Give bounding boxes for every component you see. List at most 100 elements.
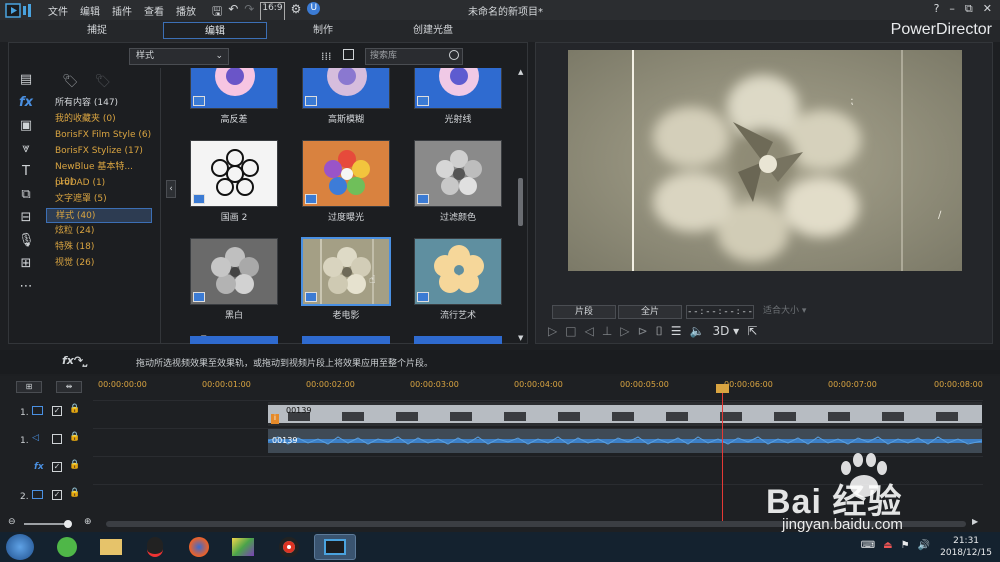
effect-thumbnail[interactable] [190, 238, 278, 305]
effect-thumbnail[interactable] [414, 68, 502, 109]
zoom-slider-handle[interactable] [64, 520, 72, 528]
title-room-icon[interactable]: T [18, 164, 34, 180]
fit-timeline-button[interactable]: ⇹ [56, 381, 82, 393]
subtitle-icon[interactable]: ☰ [671, 324, 682, 339]
menu-playback[interactable]: 播放 [176, 3, 196, 18]
tab-create-disc[interactable]: 创建光盘 [398, 22, 468, 39]
effect-thumbnail[interactable] [302, 68, 390, 109]
menu-edit[interactable]: 编辑 [80, 3, 100, 18]
taskbar-qq-icon[interactable] [134, 534, 176, 560]
help-button[interactable]: ? [934, 2, 940, 16]
taskbar-app-360-icon[interactable] [46, 534, 88, 560]
zoom-slider[interactable] [24, 523, 68, 525]
scroll-down-icon[interactable]: ▼ [518, 334, 523, 342]
effect-thumbnail[interactable] [414, 238, 502, 305]
volume-icon[interactable]: 🔈 [690, 324, 705, 339]
transition-room-icon[interactable]: ⧉ [18, 187, 34, 203]
lock-icon[interactable]: 🔒 [69, 460, 80, 470]
category-item[interactable]: 所有内容 (147) [46, 96, 152, 111]
taskbar-powerdirector-icon[interactable] [314, 534, 356, 560]
clip-mode-button[interactable]: 片段 [552, 305, 616, 319]
taskbar-media-icon[interactable] [222, 534, 264, 560]
timecode-display[interactable]: - - : - - : - - : - - [686, 305, 754, 319]
playhead-handle[interactable] [716, 384, 729, 393]
restore-button[interactable]: ⧉ [965, 2, 973, 16]
menu-file[interactable]: 文件 [48, 3, 68, 18]
effect-thumbnail[interactable] [302, 336, 390, 344]
movie-mode-button[interactable]: 全片 [618, 305, 682, 319]
effect-thumbnail-selected[interactable]: ☝ [302, 238, 390, 305]
lock-icon[interactable]: 🔒 [69, 404, 80, 414]
effect-thumbnail[interactable] [302, 140, 390, 207]
3d-mode-toggle[interactable]: 3D ▾ [712, 324, 739, 339]
play-icon[interactable]: ▷ [548, 324, 557, 339]
windows-start-icon[interactable] [6, 534, 34, 560]
search-icon[interactable] [449, 50, 459, 60]
chapter-room-icon[interactable]: ⊞ [18, 256, 34, 272]
category-item[interactable]: 我的收藏夹 (0) [46, 112, 152, 127]
menu-view[interactable]: 查看 [144, 3, 164, 18]
tab-edit[interactable]: 编辑 [163, 22, 267, 39]
taskbar-recorder-icon[interactable] [268, 534, 310, 560]
tab-capture[interactable]: 捕捉 [62, 22, 132, 39]
video-clip[interactable]: 00139 i [268, 402, 982, 426]
zoom-out-icon[interactable]: ⊖ [8, 517, 16, 527]
category-item-selected[interactable]: 样式 (40) [46, 208, 152, 223]
track-enable-checkbox[interactable] [52, 434, 62, 444]
search-input[interactable]: 搜索库 [365, 48, 463, 65]
previous-frame-icon[interactable]: ◁ [585, 324, 594, 339]
add-favorite-icon[interactable]: 🏷 [62, 74, 79, 89]
track-enable-checkbox[interactable]: ✓ [52, 490, 62, 500]
category-item[interactable]: BorisFX Film Style (6) [46, 128, 152, 143]
audio-mixer-icon[interactable]: ⊟ [18, 210, 34, 226]
preview-video-frame[interactable]: ⁏ ∕ [568, 50, 962, 271]
taskbar-firefox-icon[interactable] [178, 534, 220, 560]
effect-thumbnail[interactable] [414, 140, 502, 207]
category-item[interactable]: proDAD (1) [46, 176, 152, 191]
category-item[interactable]: BorisFX Stylize (17) [46, 144, 152, 159]
zoom-select[interactable]: 适合大小 ▾ [760, 305, 820, 319]
update-badge-icon[interactable]: U [307, 2, 321, 15]
pip-room-icon[interactable]: ▣ [18, 118, 34, 134]
track-enable-checkbox[interactable]: ✓ [52, 406, 62, 416]
category-item[interactable]: 文字遮罩 (5) [46, 192, 152, 207]
track-enable-checkbox[interactable]: ✓ [52, 462, 62, 472]
fx-room-icon[interactable]: fx [18, 95, 34, 111]
time-ruler[interactable]: 00:00:00:00 00:00:01:00 00:00:02:00 00:0… [98, 378, 984, 394]
category-item[interactable]: 视觉 (26) [46, 256, 152, 271]
particle-room-icon[interactable]: ⩔ [18, 141, 34, 157]
lock-icon[interactable]: 🔒 [69, 488, 80, 498]
category-item[interactable]: 炫粒 (24) [46, 224, 152, 239]
expand-icon[interactable] [343, 49, 354, 60]
scroll-up-icon[interactable]: ▲ [518, 68, 523, 76]
category-item[interactable]: NewBlue 基本特... (10) [46, 160, 152, 187]
voiceover-mic-icon[interactable]: 🎙 [18, 233, 35, 249]
effect-thumbnail[interactable] [190, 140, 278, 207]
storyboard-view-button[interactable]: ⊞ [16, 381, 42, 393]
zoom-in-icon[interactable]: ⊕ [84, 517, 92, 527]
undock-icon[interactable]: ⇱ [747, 324, 757, 339]
playhead[interactable] [716, 384, 729, 524]
media-room-icon[interactable]: ▤ [18, 72, 34, 88]
tab-produce[interactable]: 制作 [288, 22, 358, 39]
library-scrollbar[interactable]: ▲ ▼ [517, 68, 525, 344]
effect-thumbnail[interactable] [190, 336, 278, 344]
remove-favorite-icon[interactable]: 🏷 [95, 74, 112, 89]
lock-icon[interactable]: 🔒 [69, 432, 80, 442]
taskbar-explorer-icon[interactable] [90, 534, 132, 560]
minimize-button[interactable]: – [949, 2, 955, 16]
next-frame-icon[interactable]: ▷ [620, 324, 629, 339]
fx-track-tool-icon[interactable]: fx↷⎵ [62, 354, 88, 368]
subtitle-room-icon[interactable]: ⋯ [18, 279, 34, 295]
menu-plugins[interactable]: 插件 [112, 3, 132, 18]
snapshot-camera-icon[interactable]: ⌷ [656, 324, 663, 339]
split-icon[interactable]: ⊥ [602, 324, 612, 339]
collapse-panel-button[interactable]: ‹ [166, 180, 176, 198]
fast-forward-icon[interactable]: ⊳ [638, 324, 648, 339]
close-button[interactable]: ✕ [983, 2, 992, 16]
grid-view-icon[interactable]: ⁞⁞⁞ [321, 50, 332, 63]
scroll-thumb[interactable] [518, 178, 523, 226]
style-filter-select[interactable]: 样式 ⌄ [129, 48, 229, 65]
category-item[interactable]: 特殊 (18) [46, 240, 152, 255]
effect-thumbnail[interactable] [190, 68, 278, 109]
